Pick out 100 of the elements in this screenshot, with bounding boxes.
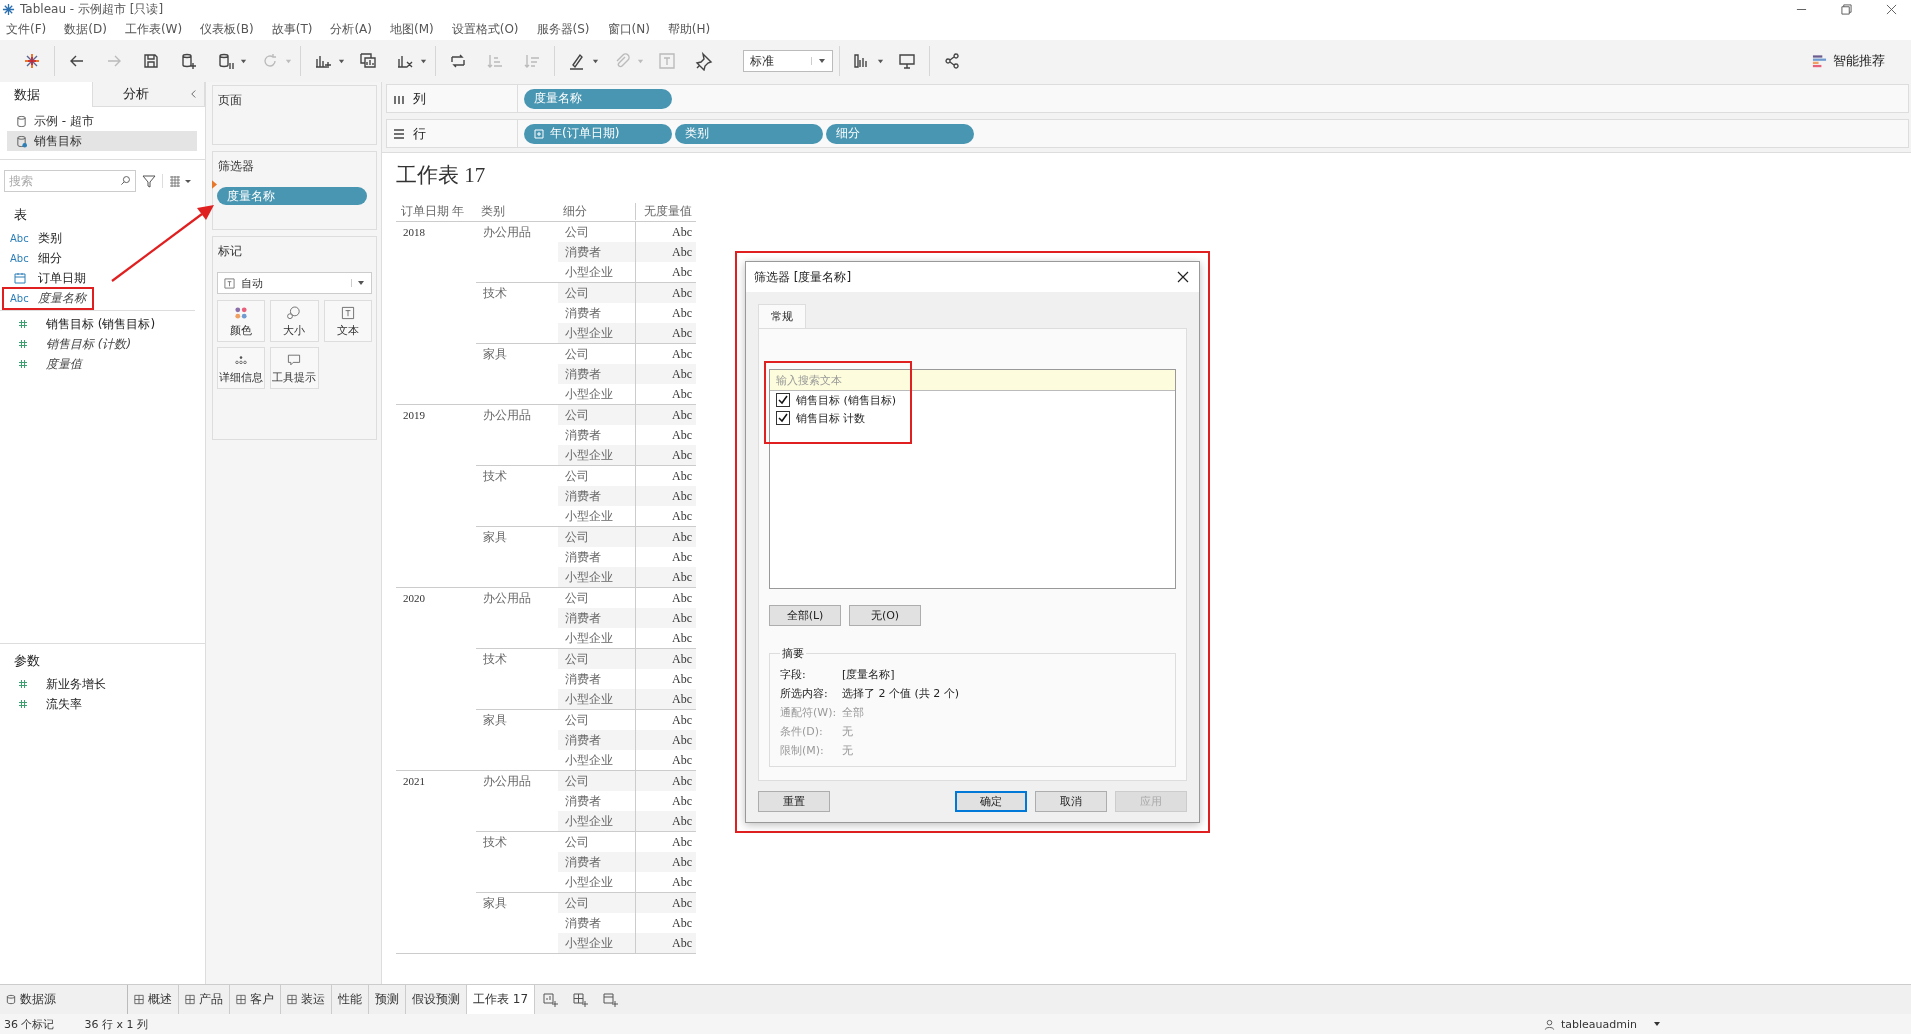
type-label: Abc	[10, 292, 30, 304]
field-item[interactable]: 销售目标 (计数)	[46, 335, 132, 353]
field-item[interactable]: 销售目标 (销售目标)	[46, 315, 156, 333]
window-title: Tableau - 示例超市 [只读]	[20, 0, 164, 18]
fit-dropdown[interactable]: 标准	[743, 50, 833, 72]
mark-type-dropdown[interactable]: 自动	[217, 272, 372, 294]
save-icon[interactable]	[141, 51, 161, 71]
menu-item[interactable]: 文件(F)	[4, 20, 55, 38]
table-cell: Abc	[635, 852, 696, 872]
table-cell-text: 消费者	[564, 548, 602, 566]
table-cell-text: 消费者	[564, 304, 602, 322]
dialog-button[interactable]: 确定	[955, 791, 1027, 812]
duplicate-chart-icon[interactable]	[358, 51, 378, 71]
filter-icon[interactable]	[142, 174, 163, 188]
field-item[interactable]: 类别	[38, 229, 62, 247]
caret-icon[interactable]	[420, 57, 427, 65]
checkbox[interactable]	[776, 411, 790, 425]
menu-item[interactable]: 工作表(W)	[122, 20, 191, 38]
caret-icon[interactable]	[240, 57, 247, 65]
data-source-item[interactable]: 示例 - 超市	[7, 111, 197, 131]
caret-icon[interactable]	[877, 57, 884, 65]
collapse-icon[interactable]	[190, 89, 197, 99]
menu-item[interactable]: 设置格式(O)	[449, 20, 527, 38]
new-story-icon[interactable]	[602, 991, 619, 1008]
mark-card-button[interactable]: 文本	[323, 300, 372, 342]
table-cell: Abc	[635, 771, 696, 791]
recommend-button[interactable]: 智能推荐	[1810, 48, 1887, 74]
card-title: 标记	[217, 243, 242, 260]
presentation-icon[interactable]	[897, 51, 917, 71]
menu-item[interactable]: 帮助(H)	[665, 20, 719, 38]
table-cell: 小型企业	[558, 445, 635, 465]
select-button[interactable]: 全部(L)	[769, 605, 841, 626]
summary-label: 条件(D):	[780, 724, 824, 739]
type-label: Abc	[10, 252, 30, 264]
caret-icon[interactable]	[338, 57, 345, 65]
table-cell-text: 公司	[564, 589, 590, 607]
share-icon[interactable]	[942, 51, 962, 71]
menu-item[interactable]: 数据(D)	[62, 20, 115, 38]
menu-item[interactable]: 地图(M)	[388, 20, 442, 38]
table-cell: Abc	[635, 405, 696, 425]
mark-card-button[interactable]: 工具提示	[270, 347, 319, 389]
field-item[interactable]: 度量名称	[38, 289, 86, 307]
field-item[interactable]: 订单日期	[38, 269, 86, 287]
table-cell: 消费者	[558, 730, 635, 750]
table-cell: 公司	[558, 771, 635, 791]
mark-card-button[interactable]: 详细信息	[217, 347, 266, 389]
search-field[interactable]: 输入搜索文本	[770, 370, 1175, 391]
type-label: Abc	[10, 232, 30, 244]
menu-item[interactable]: 故事(T)	[269, 20, 321, 38]
table-cell: Abc	[635, 506, 696, 526]
menu-item[interactable]: 窗口(N)	[605, 20, 658, 38]
table-cell: Abc	[635, 872, 696, 892]
mark-card-button[interactable]: 颜色	[217, 300, 266, 342]
number-icon	[18, 679, 28, 689]
dialog-button[interactable]: 取消	[1035, 791, 1107, 812]
summary-value: 全部	[842, 705, 864, 720]
section-heading: 参数	[13, 652, 41, 670]
sheet-tab[interactable]: 工作表 17	[467, 985, 536, 1014]
table-cell: 消费者	[558, 242, 635, 262]
menu-item[interactable]: 仪表板(B)	[198, 20, 262, 38]
caret-icon[interactable]	[351, 279, 365, 287]
section-heading: 表	[13, 206, 28, 224]
view-options-icon[interactable]	[169, 175, 193, 187]
checkbox-label: 销售目标 计数	[796, 410, 866, 426]
caret-icon[interactable]	[1653, 1020, 1661, 1028]
pane-tab[interactable]: 数据	[0, 82, 93, 107]
field-item[interactable]: 细分	[38, 249, 62, 267]
parameter-item[interactable]: 流失率	[46, 695, 82, 713]
search-field[interactable]: 搜索	[4, 170, 136, 192]
field-item[interactable]: 度量值	[46, 355, 82, 373]
data-source-item[interactable]: 销售目标	[7, 131, 197, 151]
caret-icon[interactable]	[811, 57, 826, 65]
user-name[interactable]: tableauadmin	[1560, 1017, 1637, 1031]
dialog-tab[interactable]: 常规	[758, 304, 806, 329]
parameter-item[interactable]: 新业务增长	[46, 675, 106, 693]
tableau-logo-icon[interactable]	[22, 51, 42, 71]
new-dashboard-icon[interactable]	[572, 991, 589, 1008]
bars-icon[interactable]	[1812, 54, 1827, 68]
summary-label: 所选内容:	[780, 686, 829, 701]
close-icon[interactable]	[1177, 271, 1189, 283]
pin-icon[interactable]	[694, 51, 714, 71]
table-cell-text: 办公用品	[482, 223, 532, 241]
menu-item[interactable]: 服务器(S)	[534, 20, 598, 38]
pane-tab[interactable]: 分析	[93, 82, 205, 106]
caret-icon[interactable]	[592, 57, 599, 65]
table-cell: Abc	[635, 649, 696, 669]
restore-icon[interactable]	[1841, 3, 1852, 15]
mark-card-button[interactable]: 大小	[270, 300, 319, 342]
number-icon	[18, 359, 28, 369]
dialog-button[interactable]: 重置	[758, 791, 830, 812]
checkbox[interactable]	[776, 393, 790, 407]
shelf-label: 行	[413, 124, 426, 143]
table-cell: 小型企业	[558, 323, 635, 343]
table-cell-text: 技术	[482, 650, 508, 668]
select-button[interactable]: 无(O)	[849, 605, 921, 626]
menu-item[interactable]: 分析(A)	[328, 20, 380, 38]
new-worksheet-icon[interactable]	[542, 991, 559, 1008]
expand-icon[interactable]	[534, 128, 544, 139]
table-cell-text: 办公用品	[482, 406, 532, 424]
search-icon[interactable]	[120, 175, 131, 186]
